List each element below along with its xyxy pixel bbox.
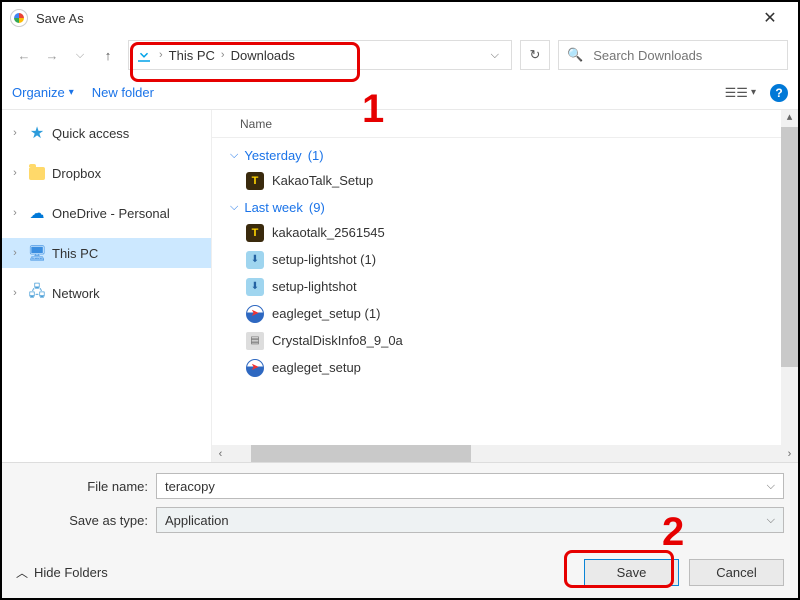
refresh-button[interactable]: ↻ [520,40,550,70]
file-list: Name ⌵ Yesterday (1) T KakaoTalk_Setup ⌵… [212,110,798,462]
breadcrumb[interactable]: › This PC › Downloads ⌵ [128,40,512,70]
back-button[interactable]: ← [12,43,36,67]
search-input[interactable] [591,47,779,64]
pc-icon: 🖥 [28,244,46,262]
chevron-right-icon[interactable]: › [8,287,22,299]
save-as-type-label: Save as type: [16,513,148,528]
view-options-button[interactable]: ☰☰ ▾ [725,85,756,101]
chrome-icon [10,9,28,27]
sidebar-item-dropbox[interactable]: › Dropbox [2,158,211,188]
recent-locations-button[interactable]: ⌵ [68,43,92,67]
sidebar-item-this-pc[interactable]: › 🖥 This PC [2,238,211,268]
sidebar-item-label: OneDrive - Personal [52,206,170,221]
file-item[interactable]: setup-lightshot [224,273,798,300]
chevron-right-icon[interactable]: › [8,247,22,259]
horizontal-scrollbar[interactable]: ‹ › [212,445,798,462]
folder-icon [28,164,46,182]
save-as-type-select[interactable]: Application ⌵ [156,507,784,533]
breadcrumb-dropdown[interactable]: ⌵ [485,49,505,62]
file-item[interactable]: T KakaoTalk_Setup [224,167,798,194]
star-icon: ★ [28,124,46,142]
titlebar: Save As ✕ [2,2,798,34]
chevron-down-icon: ⌵ [230,201,238,214]
group-header-yesterday[interactable]: ⌵ Yesterday (1) [224,142,798,167]
hide-folders-button[interactable]: ︿ Hide Folders [16,564,108,581]
new-folder-button[interactable]: New folder [92,85,154,100]
file-item[interactable]: T kakaotalk_2561545 [224,219,798,246]
eagleget-icon: ➤ [246,305,264,323]
scroll-up-icon[interactable]: ▴ [781,110,798,127]
chevron-down-icon: ⌵ [230,149,238,162]
file-item[interactable]: ▤ CrystalDiskInfo8_9_0a [224,327,798,354]
sidebar-item-quick-access[interactable]: › ★ Quick access [2,118,211,148]
bottom-panel: File name: teracopy ⌵ Save as type: Appl… [2,462,798,598]
scrollbar-thumb[interactable] [251,445,471,462]
chevron-right-icon[interactable]: › [8,167,22,179]
sidebar-item-label: Quick access [52,126,129,141]
scrollbar-thumb[interactable] [781,127,798,367]
chevron-down-icon[interactable]: ⌵ [767,514,775,527]
vertical-scrollbar[interactable]: ▴ [781,110,798,445]
group-header-last-week[interactable]: ⌵ Last week (9) [224,194,798,219]
forward-button[interactable]: → [40,43,64,67]
search-box[interactable]: 🔍 [558,40,788,70]
window-title: Save As [36,11,84,26]
breadcrumb-item[interactable]: This PC [169,48,215,63]
breadcrumb-item[interactable]: Downloads [231,48,295,63]
installer-icon [246,278,264,296]
list-view-icon: ☰☰ [725,85,748,101]
crystaldiskinfo-icon: ▤ [246,332,264,350]
chevron-down-icon[interactable]: ⌵ [767,480,775,493]
organize-menu[interactable]: Organize▾ [12,85,74,100]
chevron-right-icon[interactable]: › [8,127,22,139]
up-button[interactable]: ↑ [96,43,120,67]
chevron-right-icon[interactable]: › [8,207,22,219]
scroll-right-icon[interactable]: › [781,448,798,460]
sidebar-item-onedrive[interactable]: › ☁ OneDrive - Personal [2,198,211,228]
search-icon: 🔍 [567,47,583,63]
kakaotalk-icon: T [246,224,264,242]
filename-input[interactable]: teracopy ⌵ [156,473,784,499]
chevron-right-icon: › [159,49,163,61]
network-icon: 🖧 [28,284,46,302]
eagleget-icon: ➤ [246,359,264,377]
filename-label: File name: [16,479,148,494]
file-item[interactable]: ➤ eagleget_setup [224,354,798,381]
nav-row: ← → ⌵ ↑ › This PC › Downloads ⌵ ↻ 🔍 [2,34,798,76]
close-button[interactable]: ✕ [750,8,790,28]
sidebar-item-label: This PC [52,246,98,261]
installer-icon [246,251,264,269]
chevron-up-icon: ︿ [16,564,28,581]
chevron-right-icon: › [221,49,225,61]
sidebar-item-label: Dropbox [52,166,101,181]
sidebar: › ★ Quick access › Dropbox › ☁ OneDrive … [2,110,212,462]
sidebar-item-network[interactable]: › 🖧 Network [2,278,211,308]
help-button[interactable]: ? [770,84,788,102]
sidebar-item-label: Network [52,286,100,301]
kakaotalk-icon: T [246,172,264,190]
file-item[interactable]: ➤ eagleget_setup (1) [224,300,798,327]
toolbar: Organize▾ New folder ☰☰ ▾ ? [2,76,798,110]
scroll-left-icon[interactable]: ‹ [212,448,229,460]
column-header-name[interactable]: Name [212,110,798,138]
cloud-icon: ☁ [28,204,46,222]
cancel-button[interactable]: Cancel [689,559,784,586]
save-button[interactable]: Save [584,559,679,586]
save-as-dialog: Save As ✕ ← → ⌵ ↑ › This PC › Downloads … [0,0,800,600]
downloads-folder-icon [135,46,153,64]
file-item[interactable]: setup-lightshot (1) [224,246,798,273]
